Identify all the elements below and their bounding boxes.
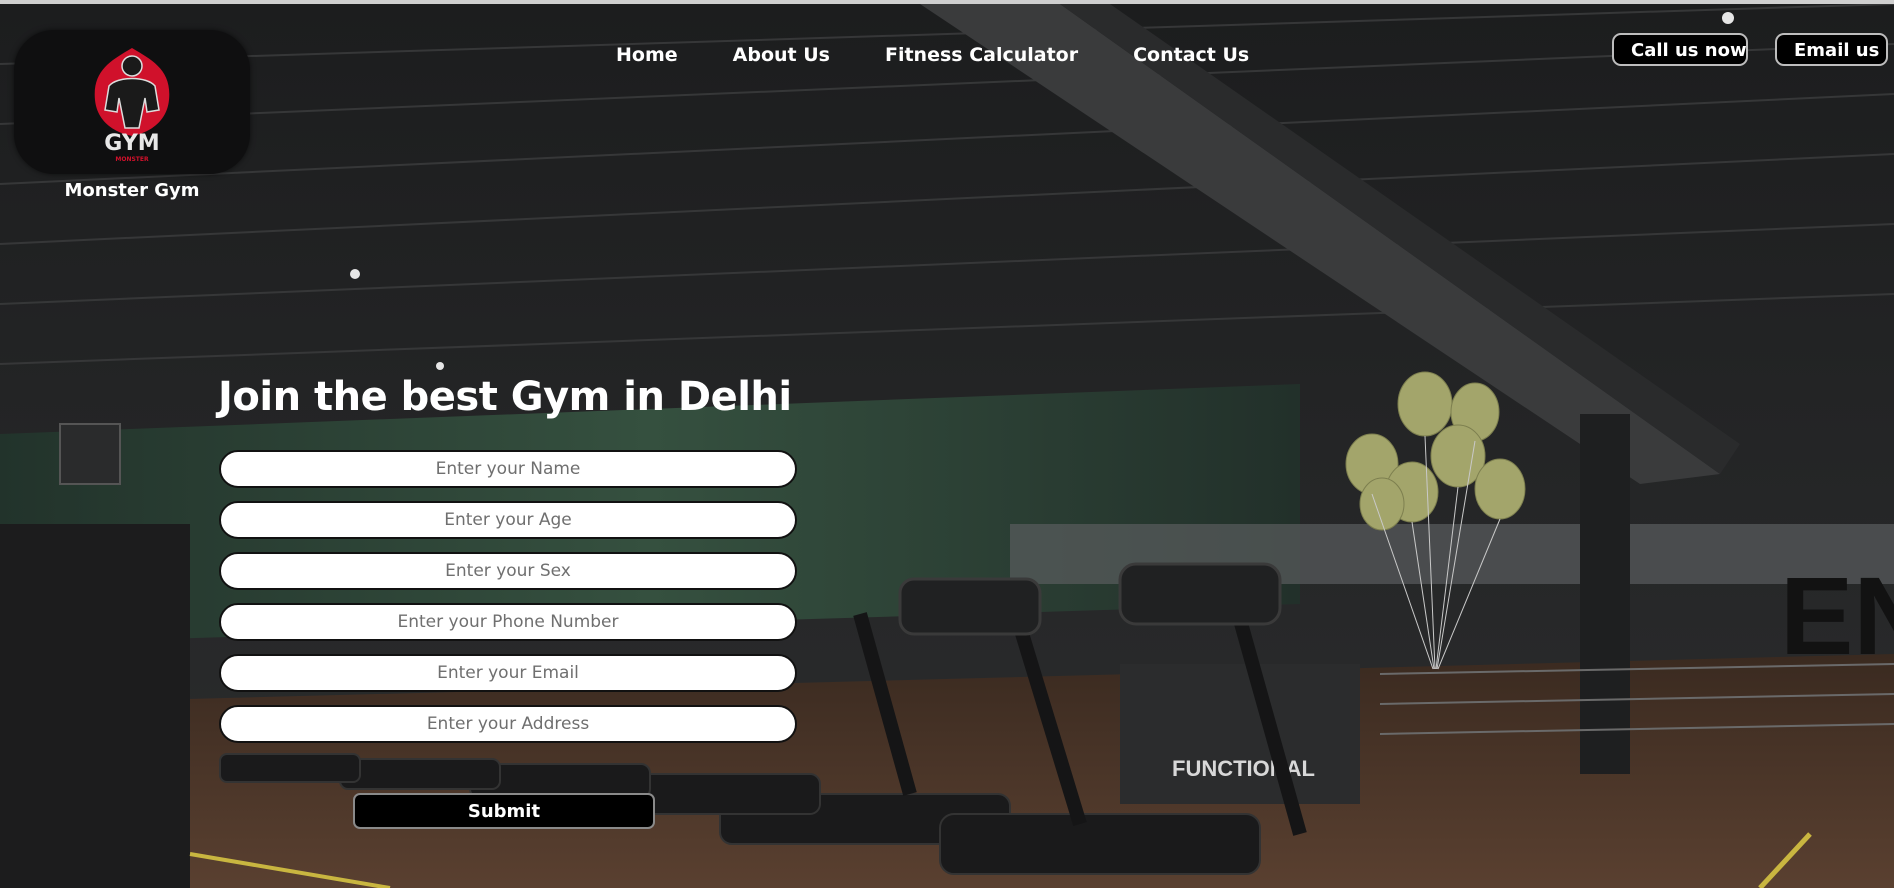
email-us-button[interactable]: Email us xyxy=(1775,33,1888,66)
nav-home[interactable]: Home xyxy=(616,44,678,66)
phone-input[interactable] xyxy=(219,603,797,641)
page: FUNCTIONAL E GYM MONSTER Monster Gym Hom… xyxy=(0,0,1894,888)
brand-name: Monster Gym xyxy=(64,180,200,201)
functional-area-sign: FUNCTIONAL xyxy=(1172,756,1315,781)
nav-contact-us[interactable]: Contact Us xyxy=(1133,44,1249,66)
gym-logo-icon: GYM MONSTER xyxy=(94,48,170,163)
email-input[interactable] xyxy=(219,654,797,692)
svg-text:EN: EN xyxy=(1780,555,1894,678)
svg-text:GYM: GYM xyxy=(104,131,159,156)
age-input[interactable] xyxy=(219,501,797,539)
name-input[interactable] xyxy=(219,450,797,488)
logo[interactable]: GYM MONSTER xyxy=(14,30,250,174)
call-us-button[interactable]: Call us now xyxy=(1612,33,1748,66)
form-title: Join the best Gym in Delhi xyxy=(218,374,792,420)
nav-about-us[interactable]: About Us xyxy=(733,44,830,66)
main-nav: Home About Us Fitness Calculator Contact… xyxy=(616,44,1249,66)
nav-fitness-calculator[interactable]: Fitness Calculator xyxy=(885,44,1078,66)
sex-input[interactable] xyxy=(219,552,797,590)
background-gym-photo: FUNCTIONAL E xyxy=(0,4,1894,888)
svg-text:MONSTER: MONSTER xyxy=(115,156,149,163)
submit-button[interactable]: Submit xyxy=(353,793,655,829)
address-input[interactable] xyxy=(219,705,797,743)
